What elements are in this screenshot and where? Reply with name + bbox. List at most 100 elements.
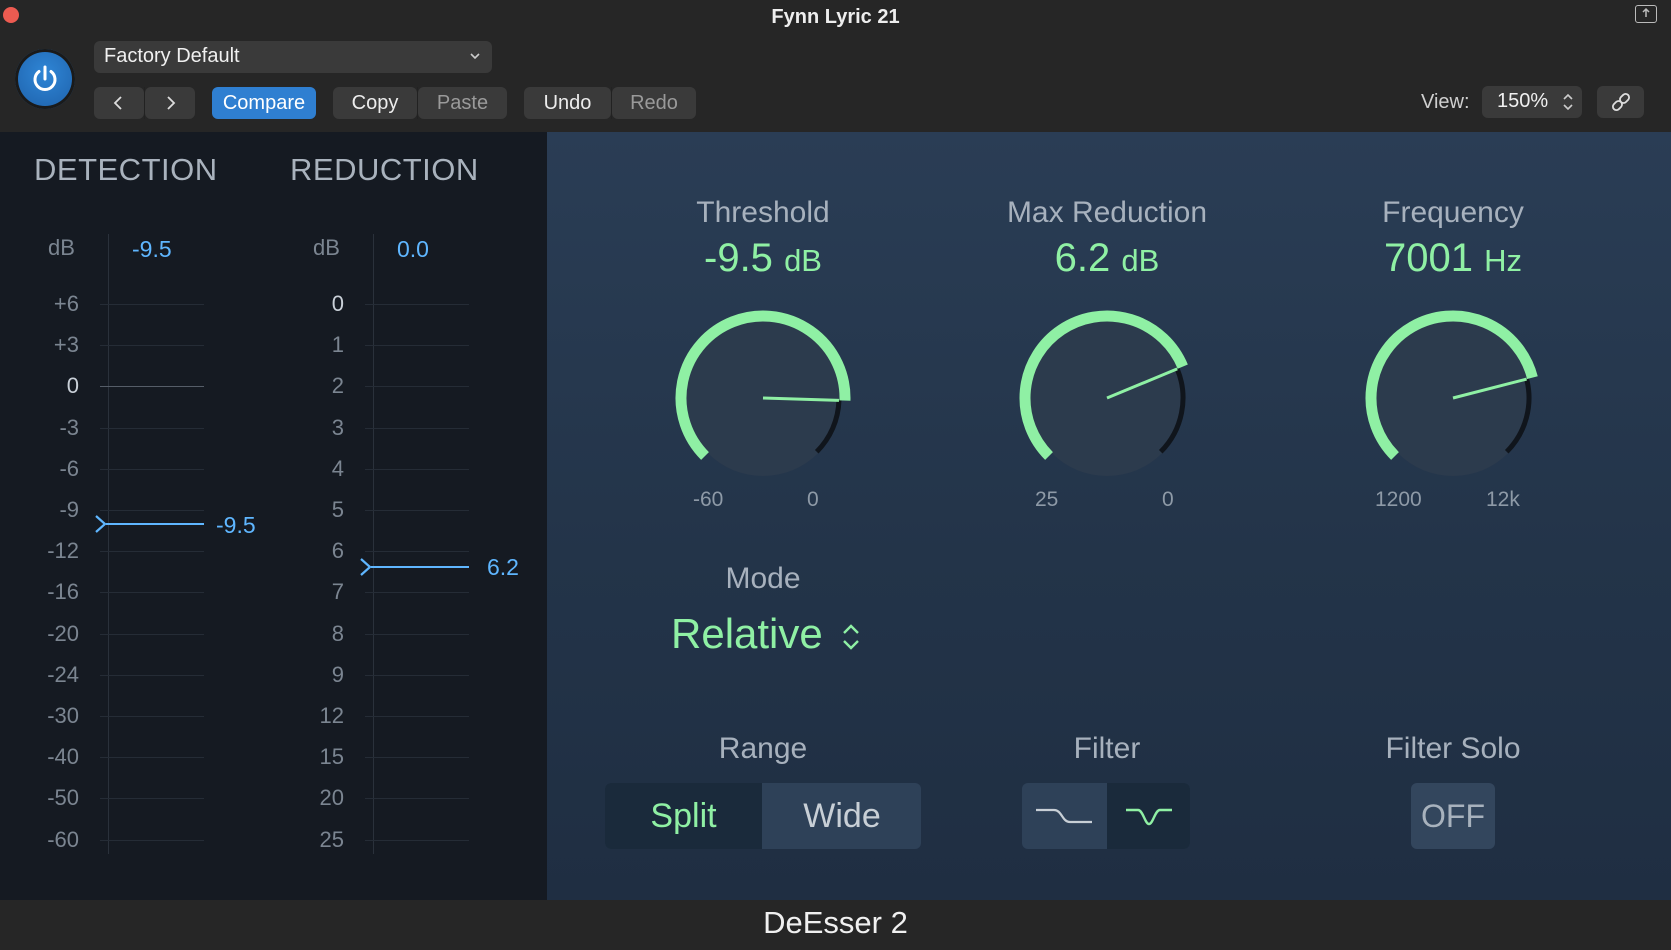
detection-scale-tick: -30 <box>47 703 79 728</box>
plugin-name-footer: DeEsser 2 <box>0 900 1671 950</box>
detection-grid-line <box>100 468 204 470</box>
reduction-grid-line <box>365 798 469 800</box>
reduction-grid-line <box>365 304 469 305</box>
detection-scale-tick: -60 <box>47 826 79 852</box>
compare-button[interactable]: Compare <box>212 87 316 119</box>
power-button[interactable] <box>15 49 75 109</box>
mode-value: Relative <box>671 610 823 657</box>
max-reduction-knob[interactable] <box>1007 298 1207 498</box>
filter-bell-button[interactable] <box>1107 783 1190 849</box>
next-preset-button[interactable] <box>145 87 195 119</box>
reduction-scale-tick: 9 <box>331 661 344 687</box>
detection-grid-line <box>100 386 204 388</box>
reduction-grid-line <box>365 674 469 676</box>
detection-grid-line <box>100 510 204 511</box>
mode-select[interactable]: Relative <box>671 610 862 658</box>
detection-grid-line <box>100 757 204 759</box>
detection-threshold-line[interactable] <box>106 523 204 525</box>
threshold-unit: dB <box>784 243 822 278</box>
filter-label: Filter <box>1073 732 1141 765</box>
threshold-label: Threshold <box>696 196 830 229</box>
reduction-scale-tick: 5 <box>331 497 344 522</box>
reduction-max-line[interactable] <box>371 566 469 568</box>
controls-panel: Threshold -9.5 dB -60 0 Max Reduction 6.… <box>547 132 1671 900</box>
filter-solo-toggle[interactable]: OFF <box>1411 783 1495 849</box>
up-down-chevron-icon <box>843 624 860 650</box>
reduction-meter-track <box>373 234 374 854</box>
link-icon <box>1612 93 1630 111</box>
frequency-knob[interactable] <box>1353 298 1553 498</box>
detection-grid-line <box>100 674 204 676</box>
reduction-grid-line <box>365 345 469 347</box>
detection-grid-line <box>100 592 204 594</box>
detection-scale-tick: -24 <box>47 661 79 687</box>
filter-segmented-control <box>1022 783 1190 849</box>
threshold-value-display[interactable]: -9.5 dB <box>603 236 923 281</box>
copy-button[interactable]: Copy <box>333 87 417 119</box>
detection-scale-tick: +3 <box>53 332 79 358</box>
reduction-max-value: 6.2 <box>487 554 519 580</box>
reduction-peak-value[interactable]: 0.0 <box>397 236 429 263</box>
reduction-scale-tick: 7 <box>331 579 344 605</box>
range-split-button[interactable]: Split <box>605 783 762 849</box>
max-reduction-value: 6.2 <box>1054 236 1111 280</box>
detection-scale-tick: -6 <box>59 455 79 481</box>
detection-scale-tick: -16 <box>47 579 79 605</box>
meters-panel: DETECTION REDUCTION dB -9.5 dB 0.0 +6 +3 0… <box>0 132 547 900</box>
frequency-label: Frequency <box>1382 196 1524 229</box>
reduction-grid-line <box>365 839 469 841</box>
reduction-scale-tick: 4 <box>331 455 344 481</box>
reduction-scale-tick: 15 <box>319 744 344 770</box>
reduction-scale-tick: 8 <box>331 620 344 646</box>
threshold-max-label: 0 <box>807 488 819 511</box>
reduction-grid-line <box>365 427 469 429</box>
link-button[interactable] <box>1597 86 1644 118</box>
detection-scale-tick: -12 <box>47 538 79 564</box>
view-zoom-select[interactable]: 150% <box>1482 86 1582 118</box>
filter-solo-label: Filter Solo <box>1385 732 1521 765</box>
frequency-min-label: 1200 <box>1375 488 1422 511</box>
reduction-grid-line <box>365 468 469 470</box>
threshold-knob[interactable] <box>663 298 863 498</box>
reduction-db-label: dB <box>313 235 340 260</box>
mode-label: Mode <box>725 562 801 595</box>
frequency-value: 7001 <box>1384 236 1473 280</box>
filter-highshelf-button[interactable] <box>1022 783 1106 849</box>
detection-grid-line <box>100 716 204 717</box>
previous-preset-button[interactable] <box>94 87 144 119</box>
up-down-chevron-icon <box>1563 93 1573 111</box>
share-icon[interactable] <box>1635 5 1657 23</box>
preset-dropdown[interactable]: Factory Default <box>94 41 492 73</box>
plugin-header: Fynn Lyric 21 Factory Default Compare Co… <box>0 0 1671 132</box>
window-title: Fynn Lyric 21 <box>771 6 900 28</box>
detection-db-label: dB <box>48 235 75 260</box>
threshold-min-label: -60 <box>693 488 724 511</box>
detection-grid-line <box>100 427 204 429</box>
reduction-grid-line <box>365 551 469 553</box>
detection-peak-value[interactable]: -9.5 <box>132 236 172 263</box>
paste-button[interactable]: Paste <box>418 87 507 119</box>
frequency-max-label: 12k <box>1486 488 1520 511</box>
max-reduction-max-label: 0 <box>1162 488 1174 511</box>
bell-filter-icon <box>1125 808 1172 826</box>
high-shelf-filter-icon <box>1036 808 1092 824</box>
frequency-value-display[interactable]: 7001 Hz <box>1293 236 1613 281</box>
chevron-down-icon <box>470 53 480 60</box>
detection-grid-line <box>100 304 204 305</box>
reduction-grid-line <box>365 510 469 511</box>
reduction-scale-tick: 12 <box>319 703 344 728</box>
reduction-grid-line <box>365 757 469 759</box>
detection-scale-tick: 0 <box>66 373 79 399</box>
detection-scale-tick: -50 <box>47 785 79 811</box>
range-wide-button[interactable]: Wide <box>763 783 921 849</box>
redo-button[interactable]: Redo <box>612 87 696 119</box>
max-reduction-min-label: 25 <box>1035 488 1059 511</box>
detection-grid-line <box>100 839 204 841</box>
reduction-scale-tick: 6 <box>331 538 344 564</box>
view-zoom-value: 150% <box>1497 90 1549 112</box>
chevron-left-icon <box>113 96 122 110</box>
max-reduction-value-display[interactable]: 6.2 dB <box>947 236 1267 281</box>
undo-button[interactable]: Undo <box>524 87 611 119</box>
max-reduction-unit: dB <box>1121 243 1160 278</box>
detection-scale-tick: -40 <box>47 744 79 770</box>
